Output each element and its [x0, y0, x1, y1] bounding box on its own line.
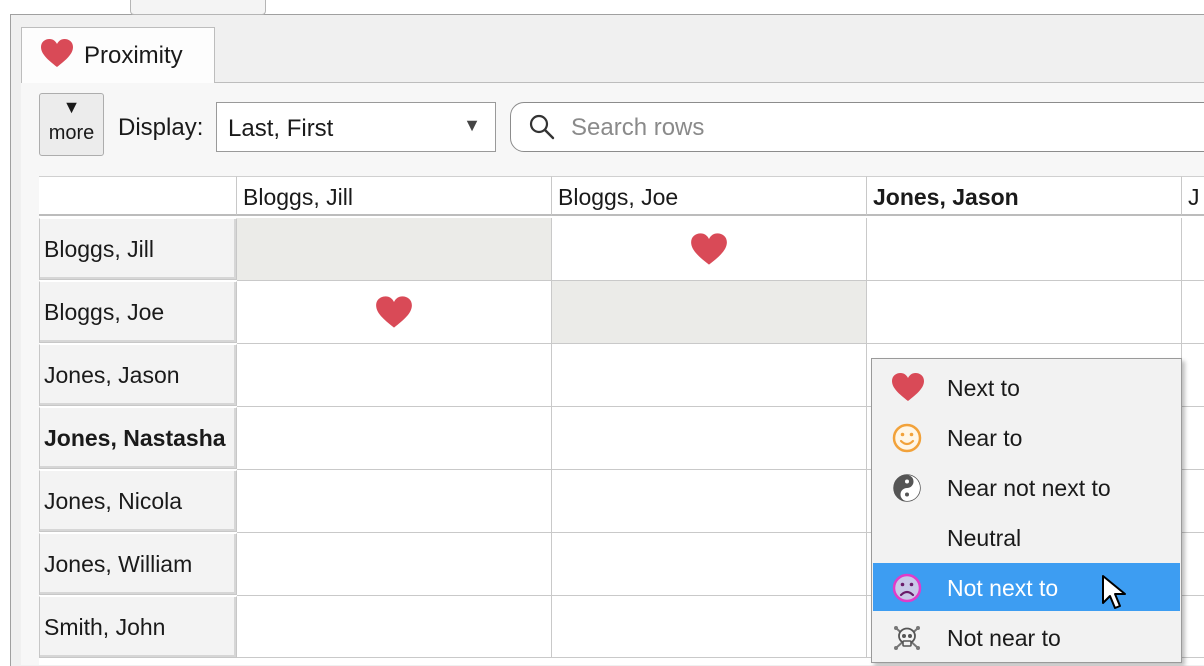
- row-header[interactable]: Jones, Jason: [39, 344, 237, 406]
- display-label: Display:: [118, 114, 204, 141]
- display-select-value: Last, First: [228, 115, 334, 142]
- search-box[interactable]: [510, 102, 1204, 152]
- heart-icon: [891, 372, 924, 404]
- triangle-down-icon: ▼: [62, 97, 81, 117]
- heart-icon: [376, 296, 412, 328]
- grid-cell[interactable]: [867, 218, 1182, 281]
- proximity-menu: Next to Near to Near not next to Neutral…: [871, 358, 1182, 663]
- menu-item-label: Next to: [947, 375, 1020, 401]
- display-select[interactable]: Last, First ▼: [216, 102, 496, 152]
- yin-yang-icon: [891, 472, 923, 504]
- grid-cell[interactable]: [1182, 407, 1204, 470]
- menu-item-neutral[interactable]: Neutral: [873, 513, 1180, 561]
- smiley-icon: [891, 422, 923, 454]
- menu-item-label: Not near to: [947, 625, 1061, 651]
- menu-item-label: Near not next to: [947, 475, 1111, 501]
- grid-corner: [39, 176, 237, 216]
- grid-cell[interactable]: [1182, 533, 1204, 596]
- skull-crossbones-icon: [891, 622, 923, 654]
- grid-cell[interactable]: [237, 281, 552, 344]
- heart-icon: [40, 38, 74, 73]
- more-label: more: [48, 122, 95, 144]
- grid-cell[interactable]: [552, 344, 867, 407]
- grid-cell[interactable]: [237, 344, 552, 407]
- top-tab-stub: [130, 0, 266, 15]
- grid-cell[interactable]: [1182, 344, 1204, 407]
- grid-cell[interactable]: [1182, 218, 1204, 281]
- menu-item-label: Near to: [947, 425, 1023, 451]
- search-icon: [529, 114, 555, 145]
- column-header[interactable]: J: [1182, 176, 1204, 216]
- sad-face-icon: [891, 572, 923, 604]
- grid-cell[interactable]: [552, 533, 867, 596]
- grid-cell[interactable]: [237, 470, 552, 533]
- column-header[interactable]: Bloggs, Jill: [237, 176, 552, 216]
- tab-label: Proximity: [84, 41, 183, 69]
- mouse-cursor-icon: [1100, 574, 1134, 617]
- menu-item-near-not-next-to[interactable]: Near not next to: [873, 463, 1180, 511]
- column-header[interactable]: Jones, Jason: [867, 176, 1182, 216]
- grid-cell[interactable]: [237, 596, 552, 658]
- menu-item-next-to[interactable]: Next to: [873, 363, 1180, 411]
- row-header[interactable]: Jones, Nastasha: [39, 407, 237, 469]
- row-header[interactable]: Bloggs, Jill: [39, 218, 237, 280]
- grid-cell[interactable]: [552, 218, 867, 281]
- grid-cell[interactable]: [1182, 470, 1204, 533]
- menu-item-label: Not next to: [947, 575, 1059, 601]
- grid-cell[interactable]: [552, 596, 867, 658]
- grid-cell[interactable]: [1182, 281, 1204, 344]
- row-header[interactable]: Smith, John: [39, 596, 237, 658]
- menu-item-label: Neutral: [947, 525, 1022, 551]
- grid-cell[interactable]: [237, 533, 552, 596]
- grid-cell[interactable]: [237, 407, 552, 470]
- more-button[interactable]: ▼ more: [39, 93, 104, 156]
- grid-cell[interactable]: [867, 281, 1182, 344]
- row-header[interactable]: Jones, Nicola: [39, 470, 237, 532]
- row-header[interactable]: Bloggs, Joe: [39, 281, 237, 343]
- search-input[interactable]: [569, 113, 1173, 143]
- menu-item-near-to[interactable]: Near to: [873, 413, 1180, 461]
- tab-proximity[interactable]: Proximity: [21, 27, 215, 83]
- grid-cell[interactable]: [552, 407, 867, 470]
- menu-item-not-near-to[interactable]: Not near to: [873, 613, 1180, 661]
- chevron-down-icon: ▼: [463, 115, 481, 135]
- row-header[interactable]: Jones, William: [39, 533, 237, 595]
- grid-cell[interactable]: [1182, 596, 1204, 658]
- grid-cell: [552, 281, 867, 344]
- grid-cell[interactable]: [552, 470, 867, 533]
- heart-icon: [691, 233, 727, 265]
- column-header[interactable]: Bloggs, Joe: [552, 176, 867, 216]
- grid-cell: [237, 218, 552, 281]
